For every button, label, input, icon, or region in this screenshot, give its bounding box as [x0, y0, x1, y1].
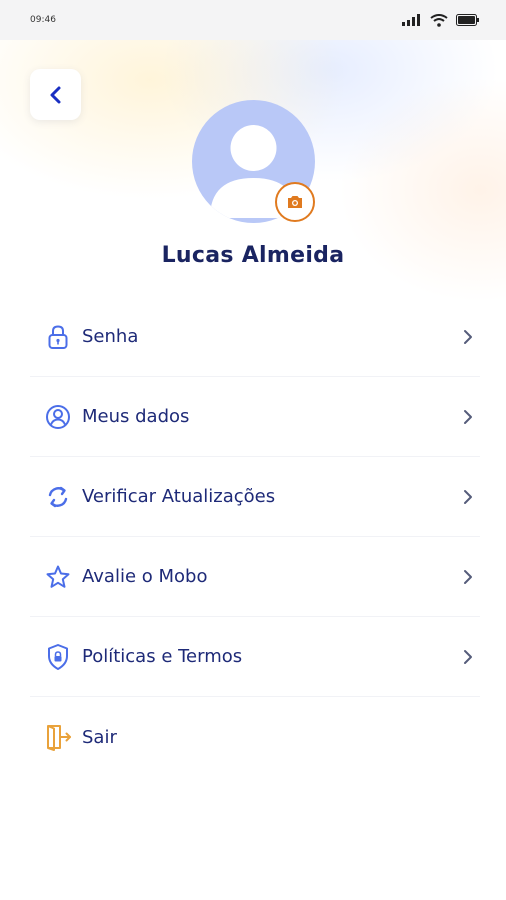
- battery-icon: [456, 14, 479, 26]
- shield-icon: [44, 643, 72, 671]
- star-icon: [44, 563, 72, 591]
- menu-item-politicas-e-termos[interactable]: Políticas e Termos: [30, 617, 480, 697]
- menu-item-meus-dados[interactable]: Meus dados: [30, 377, 480, 457]
- status-time: 09:46: [30, 15, 56, 25]
- settings-menu: Senha Meus dados Verificar Atualizações …: [30, 297, 480, 777]
- menu-item-label: Sair: [82, 726, 117, 748]
- menu-item-sair[interactable]: Sair: [30, 697, 480, 777]
- refresh-icon: [44, 483, 72, 511]
- logout-icon: [44, 723, 72, 751]
- status-bar: 09:46: [0, 0, 506, 40]
- user-circle-icon: [44, 403, 72, 431]
- menu-item-label: Senha: [82, 326, 139, 347]
- menu-item-verificar-atualizacoes[interactable]: Verificar Atualizações: [30, 457, 480, 537]
- camera-icon: [288, 196, 302, 208]
- chevron-left-icon: [50, 86, 60, 103]
- menu-item-label: Políticas e Termos: [82, 646, 243, 667]
- chevron-right-icon: [464, 649, 472, 664]
- change-photo-button[interactable]: [275, 182, 315, 222]
- signal-icon: [402, 14, 420, 26]
- chevron-right-icon: [464, 489, 472, 504]
- wifi-icon: [430, 13, 448, 27]
- status-icons: [402, 13, 480, 27]
- lock-icon: [44, 323, 72, 351]
- menu-item-senha[interactable]: Senha: [30, 297, 480, 377]
- profile-screen: Lucas Almeida Senha Meus dados Verificar…: [0, 40, 506, 900]
- menu-item-label: Verificar Atualizações: [82, 486, 276, 507]
- menu-item-label: Avalie o Mobo: [82, 566, 208, 587]
- chevron-right-icon: [464, 329, 472, 344]
- menu-item-label: Meus dados: [82, 406, 190, 427]
- chevron-right-icon: [464, 409, 472, 424]
- profile-name: Lucas Almeida: [161, 243, 345, 268]
- chevron-right-icon: [464, 569, 472, 584]
- menu-item-avalie-o-mobo[interactable]: Avalie o Mobo: [30, 537, 480, 617]
- back-button[interactable]: [30, 69, 81, 120]
